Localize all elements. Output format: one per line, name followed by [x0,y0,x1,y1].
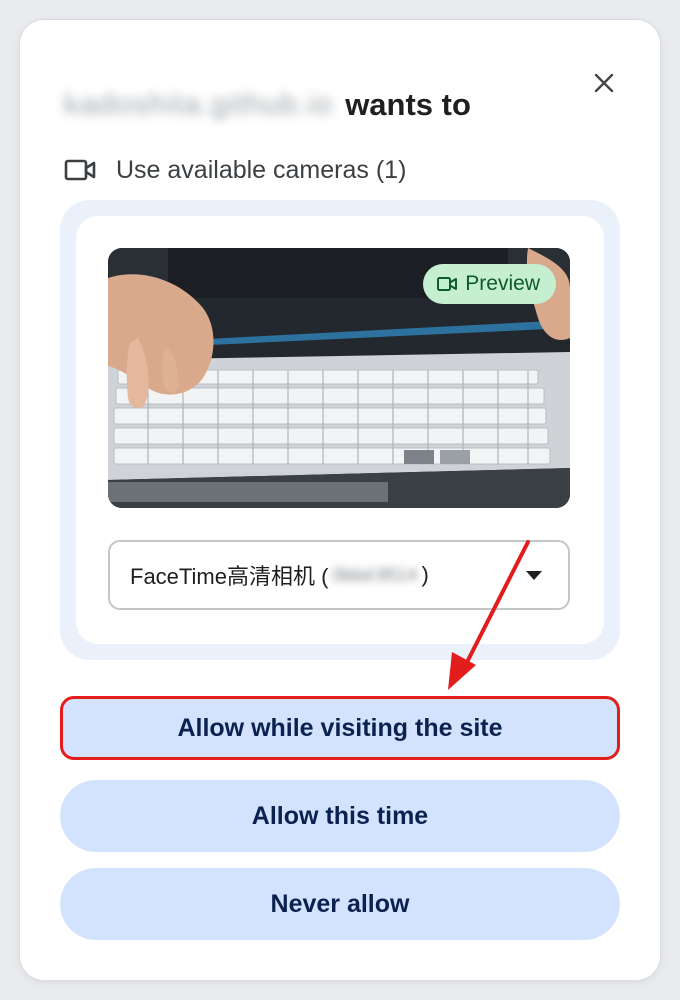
never-allow-button[interactable]: Never allow [60,868,620,940]
camera-preview-panel: Preview FaceTime高清相机 ( 0bbd:8514 ) [60,200,620,660]
video-camera-icon [64,156,98,184]
camera-id-blurred: 0bbd:8514 [332,564,418,585]
permission-row: Use available cameras (1) [64,150,406,190]
close-button[interactable] [586,65,622,101]
permission-dialog: kadoshita.github.io wants to Use availab… [20,20,660,980]
camera-video-feed: Preview [108,248,570,508]
allow-this-time-button[interactable]: Allow this time [60,780,620,852]
close-icon [594,73,614,93]
title-suffix: wants to [345,87,471,122]
video-camera-icon [437,276,458,292]
chevron-down-icon [526,571,542,580]
dialog-title: kadoshita.github.io wants to [64,80,584,130]
camera-preview-card: Preview FaceTime高清相机 ( 0bbd:8514 ) [76,216,604,644]
preview-badge-label: Preview [465,272,540,295]
preview-badge: Preview [423,264,556,304]
allow-while-visiting-button[interactable]: Allow while visiting the site [60,696,620,760]
camera-select[interactable]: FaceTime高清相机 ( 0bbd:8514 ) [108,540,570,610]
site-origin: kadoshita.github.io [64,88,334,121]
camera-name-close-paren: ) [421,562,429,587]
camera-name: FaceTime高清相机 ( [130,564,329,589]
permission-label: Use available cameras (1) [116,155,407,184]
